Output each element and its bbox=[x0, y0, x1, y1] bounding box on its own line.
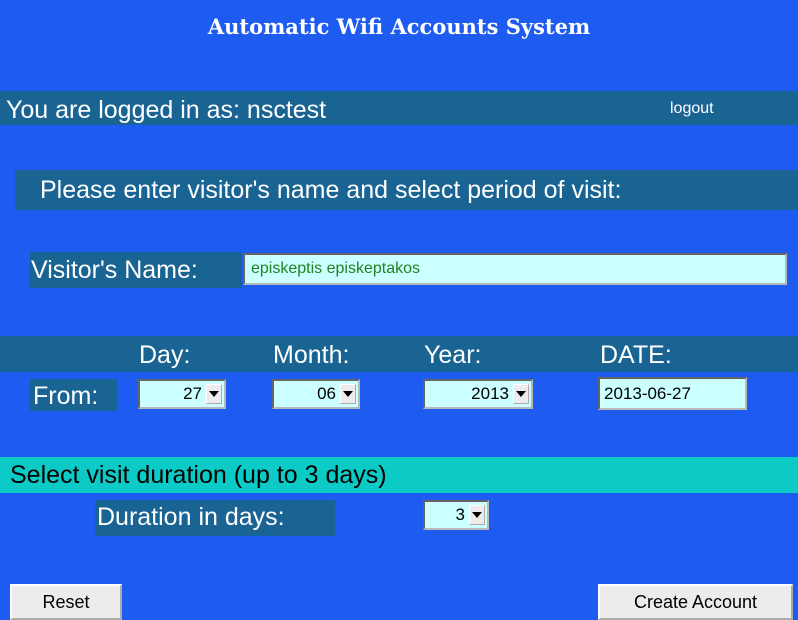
year-column-label: Year: bbox=[424, 341, 482, 369]
duration-label: Duration in days: bbox=[97, 503, 285, 531]
chevron-down-icon[interactable] bbox=[469, 505, 485, 525]
day-column-label: Day: bbox=[139, 341, 191, 369]
visitor-name-label: Visitor's Name: bbox=[31, 256, 198, 284]
year-select-value: 2013 bbox=[471, 384, 509, 403]
day-select[interactable]: 27 bbox=[138, 379, 226, 409]
month-select[interactable]: 06 bbox=[272, 379, 360, 409]
chevron-down-icon[interactable] bbox=[340, 384, 356, 404]
duration-select[interactable]: 3 bbox=[423, 500, 489, 530]
date-field[interactable] bbox=[598, 377, 747, 410]
month-column-label: Month: bbox=[273, 341, 350, 369]
logout-link[interactable]: logout bbox=[670, 100, 714, 118]
page-title: Automatic Wifi Accounts System bbox=[207, 14, 591, 39]
form-prompt: Please enter visitor's name and select p… bbox=[40, 176, 622, 204]
logged-in-text: You are logged in as: nsctest bbox=[6, 96, 327, 124]
date-column-label: DATE: bbox=[600, 341, 672, 369]
year-select[interactable]: 2013 bbox=[423, 379, 533, 409]
day-select-value: 27 bbox=[183, 384, 202, 403]
reset-button[interactable]: Reset bbox=[10, 584, 122, 620]
from-label: From: bbox=[33, 382, 99, 410]
duration-select-value: 3 bbox=[455, 505, 465, 524]
month-select-value: 06 bbox=[317, 384, 336, 403]
chevron-down-icon[interactable] bbox=[206, 384, 222, 404]
visitor-name-input[interactable] bbox=[243, 253, 787, 285]
duration-heading: Select visit duration (up to 3 days) bbox=[10, 461, 387, 489]
create-account-button[interactable]: Create Account bbox=[598, 584, 793, 620]
chevron-down-icon[interactable] bbox=[513, 384, 529, 404]
date-header-bar bbox=[0, 336, 798, 372]
